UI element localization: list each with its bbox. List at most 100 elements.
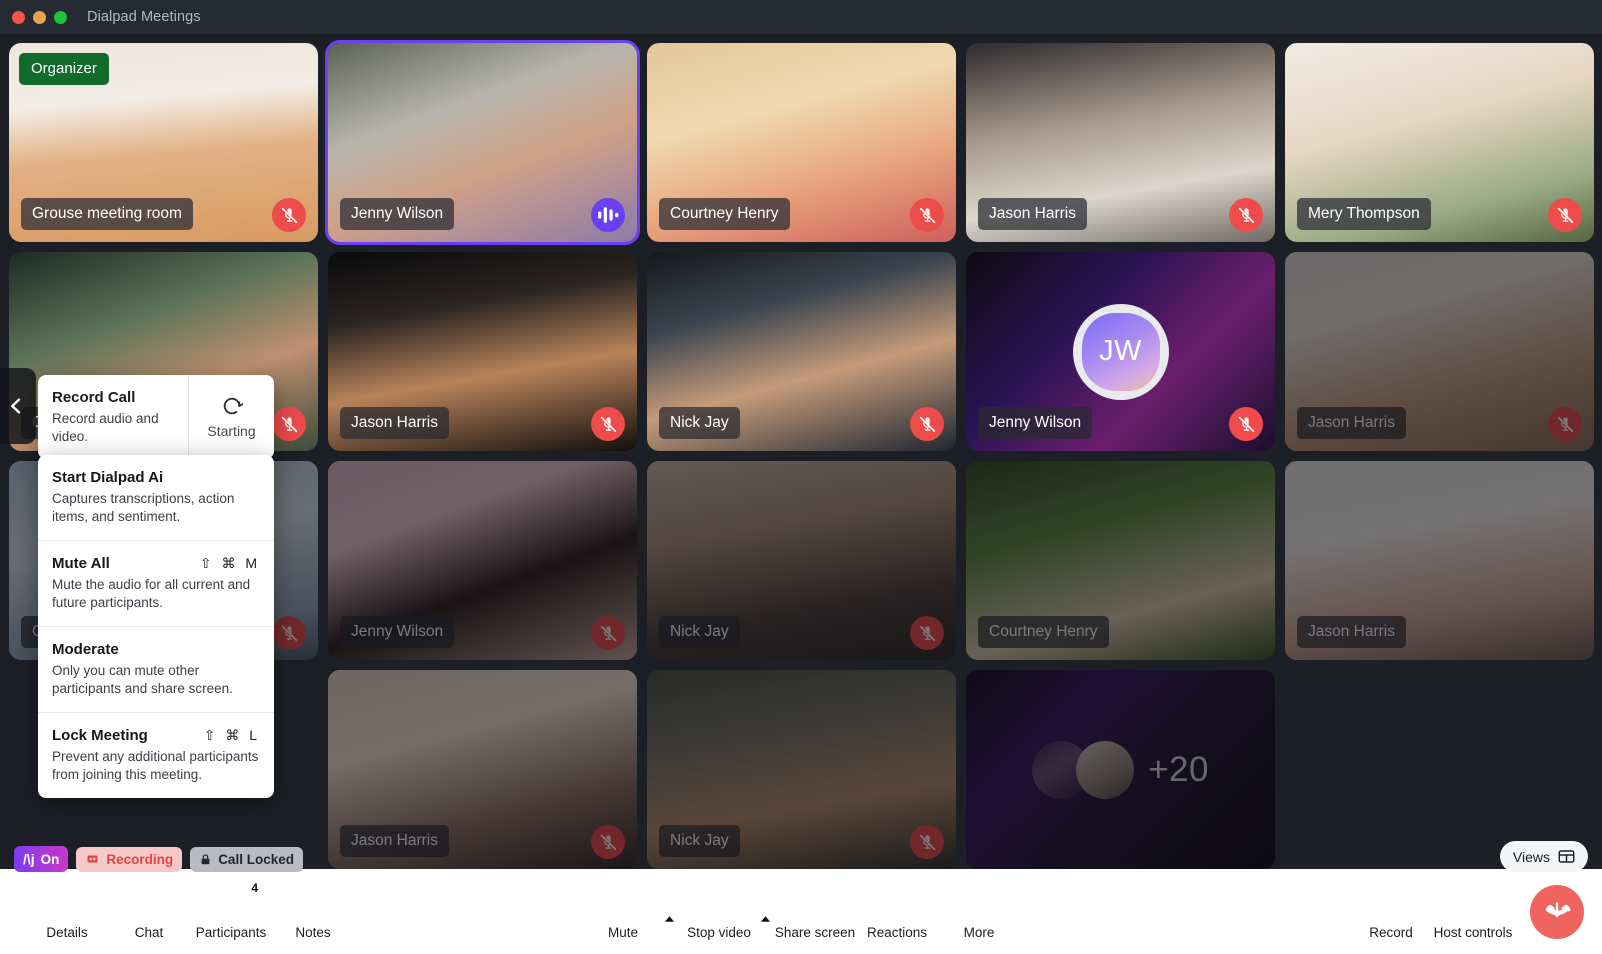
- muted-indicator: [910, 825, 944, 859]
- participant-tile[interactable]: Courtney Henry: [966, 461, 1275, 660]
- status-badge-label: Call Locked: [218, 852, 294, 867]
- mic-muted-icon: [918, 415, 937, 434]
- participant-tile[interactable]: Courtney Henry: [647, 43, 956, 242]
- record-call-status: Starting: [207, 423, 255, 439]
- mic-muted-icon: [1556, 206, 1575, 225]
- muted-indicator: [910, 616, 944, 650]
- toolbar-button-share-screen[interactable]: Share screen: [774, 883, 856, 940]
- record-call-popover[interactable]: Record Call Record audio and video. Star…: [38, 375, 274, 459]
- views-button[interactable]: Views: [1500, 841, 1588, 872]
- host-menu-item-title: Moderate: [52, 641, 119, 658]
- host-menu-item-description: Mute the audio for all current and futur…: [52, 576, 260, 612]
- mic-muted-icon: [918, 624, 937, 643]
- participant-tile[interactable]: OrganizerGrouse meeting room: [9, 43, 318, 242]
- host-menu-item-shortcut: ⇧ ⌘ L: [204, 727, 260, 744]
- participant-tile[interactable]: Jason Harris: [328, 670, 637, 869]
- host-menu-item-shortcut: ⇧ ⌘ M: [200, 555, 260, 572]
- participant-name-label: Jason Harris: [1297, 407, 1406, 440]
- host-menu-item[interactable]: ModerateOnly you can mute other particip…: [38, 627, 274, 713]
- toolbar-button-participants[interactable]: Participants 4: [190, 883, 272, 940]
- host-menu-item-title: Start Dialpad Ai: [52, 469, 163, 486]
- participant-name-label: Courtney Henry: [978, 616, 1109, 649]
- participant-tile[interactable]: Jenny Wilson: [328, 43, 637, 242]
- host-controls-menu[interactable]: Start Dialpad AiCaptures transcriptions,…: [38, 455, 274, 798]
- toolbar-caret-mute[interactable]: [664, 910, 678, 928]
- avatar-initials: JW: [1082, 313, 1160, 391]
- record-icon: [85, 853, 100, 865]
- toolbar-button-label: Participants: [196, 925, 267, 940]
- toolbar-button-label: Stop video: [687, 925, 751, 940]
- overflow-avatar: [1076, 741, 1134, 799]
- overflow-participants[interactable]: +20: [966, 670, 1275, 869]
- toolbar-button-label: Share screen: [775, 925, 855, 940]
- participant-tile[interactable]: +20: [966, 670, 1275, 869]
- muted-indicator: [272, 198, 306, 232]
- status-badge-label: On: [41, 852, 60, 867]
- muted-indicator: [272, 407, 306, 441]
- participant-tile[interactable]: Jason Harris: [328, 252, 637, 451]
- mic-muted-icon: [1237, 206, 1256, 225]
- toolbar-button-label: Details: [46, 925, 87, 940]
- participant-tile[interactable]: Jenny Wilson: [328, 461, 637, 660]
- participant-tile[interactable]: Jason Harris: [1285, 461, 1594, 660]
- participants-count-badge: 4: [251, 881, 258, 895]
- toolbar-button-host-controls[interactable]: Host controls: [1432, 883, 1514, 940]
- participant-tile[interactable]: Nick Jay: [647, 461, 956, 660]
- window-title: Dialpad Meetings: [87, 9, 201, 25]
- toolbar-button-more[interactable]: More: [938, 883, 1020, 940]
- participant-name-label: Jason Harris: [978, 198, 1087, 231]
- host-menu-item[interactable]: Lock Meeting⇧ ⌘ LPrevent any additional …: [38, 713, 274, 798]
- close-window-button[interactable]: [12, 11, 25, 24]
- mic-muted-icon: [280, 206, 299, 225]
- toolbar-button-stop-video[interactable]: Stop video: [678, 883, 760, 940]
- participant-tile[interactable]: Jason Harris: [966, 43, 1275, 242]
- title-bar: Dialpad Meetings: [0, 0, 1602, 34]
- toolbar-button-mute[interactable]: Mute: [582, 883, 664, 940]
- previous-page-button[interactable]: [0, 368, 36, 444]
- toolbar-button-notes[interactable]: Notes: [272, 883, 354, 940]
- mic-muted-icon: [918, 833, 937, 852]
- mic-muted-icon: [1237, 415, 1256, 434]
- minimize-window-button[interactable]: [33, 11, 46, 24]
- status-badge-locked: Call Locked: [190, 847, 303, 872]
- status-badge-label: Recording: [106, 852, 173, 867]
- participant-name-label: Jason Harris: [1297, 616, 1406, 649]
- toolbar-button-details[interactable]: Details: [26, 883, 108, 940]
- muted-indicator: [910, 198, 944, 232]
- overflow-avatars: [1032, 741, 1134, 799]
- active-speaker-indicator: [591, 198, 625, 232]
- status-badge-ai: /\jOn: [14, 846, 68, 872]
- toolbar-button-chat[interactable]: Chat: [108, 883, 190, 940]
- chevron-up-icon: [664, 915, 675, 923]
- lock-icon: [199, 853, 212, 866]
- record-call-info: Record Call Record audio and video.: [38, 375, 188, 459]
- participant-tile[interactable]: JWJenny Wilson: [966, 252, 1275, 451]
- participant-tile[interactable]: Mery Thompson: [1285, 43, 1594, 242]
- muted-indicator: [910, 407, 944, 441]
- avatar-ring: JW: [1073, 304, 1169, 400]
- chevron-up-icon: [760, 915, 771, 923]
- participant-name-label: Nick Jay: [659, 407, 740, 440]
- participant-tile[interactable]: Nick Jay: [647, 252, 956, 451]
- chevron-left-icon: [6, 396, 26, 416]
- host-menu-item[interactable]: Start Dialpad AiCaptures transcriptions,…: [38, 455, 274, 541]
- toolbar-button-reactions[interactable]: Reactions: [856, 883, 938, 940]
- toolbar-button-record[interactable]: Record: [1350, 883, 1432, 940]
- record-call-title: Record Call: [52, 389, 176, 406]
- toolbar-button-label: Chat: [135, 925, 164, 940]
- toolbar-button-label: Mute: [608, 925, 638, 940]
- muted-indicator: [1548, 407, 1582, 441]
- participant-tile[interactable]: Jason Harris: [1285, 252, 1594, 451]
- end-call-button[interactable]: [1530, 885, 1584, 939]
- record-call-description: Record audio and video.: [52, 410, 176, 445]
- muted-indicator: [272, 616, 306, 650]
- maximize-window-button[interactable]: [54, 11, 67, 24]
- participant-tile[interactable]: Nick Jay: [647, 670, 956, 869]
- mic-muted-icon: [280, 624, 299, 643]
- host-menu-item[interactable]: Mute All⇧ ⌘ MMute the audio for all curr…: [38, 541, 274, 627]
- spinner-icon: [221, 395, 243, 417]
- audio-wave-icon: [591, 198, 625, 232]
- toolbar-caret-stop-video[interactable]: [760, 910, 774, 928]
- toolbar-center-group: Mute Stop video Share screen ReactionsMo…: [582, 883, 1020, 940]
- muted-indicator: [1548, 198, 1582, 232]
